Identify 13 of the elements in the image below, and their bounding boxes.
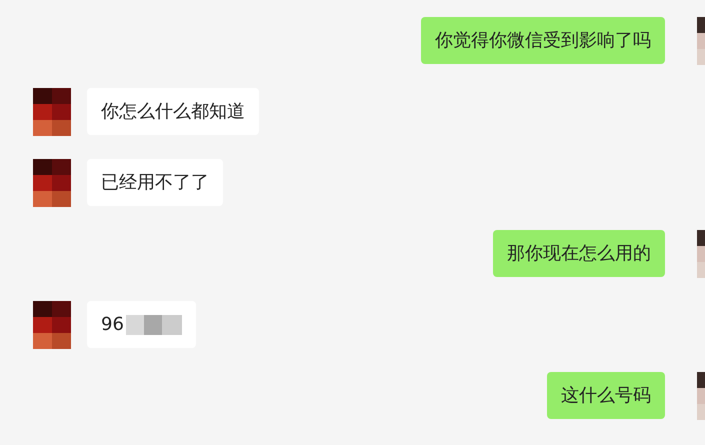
avatar-icon[interactable]	[697, 17, 705, 65]
message-bubble: 已经用不了了	[87, 159, 223, 206]
message-bubble: 那你现在怎么用的	[493, 230, 665, 277]
avatar-icon[interactable]	[33, 301, 71, 349]
avatar-icon[interactable]	[33, 88, 71, 136]
avatar-icon[interactable]	[697, 230, 705, 278]
avatar-icon[interactable]	[33, 159, 71, 207]
message-bubble: 这什么号码	[547, 372, 665, 419]
blurred-text	[126, 315, 182, 336]
message-bubble: 你觉得你微信受到影响了吗	[421, 17, 665, 64]
avatar-icon[interactable]	[697, 372, 705, 420]
message-bubble: 你怎么什么都知道	[87, 88, 259, 135]
message-text: 96	[101, 314, 124, 335]
